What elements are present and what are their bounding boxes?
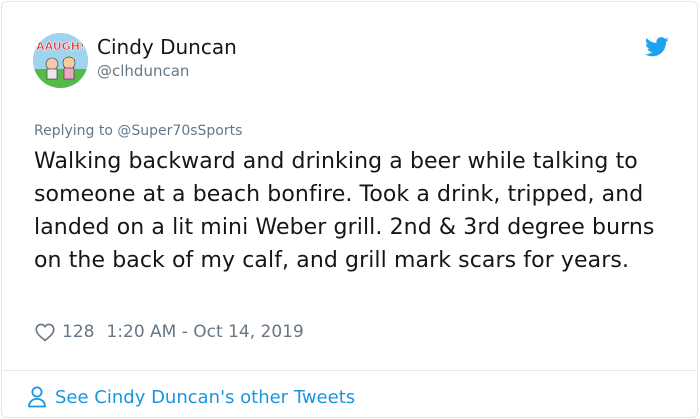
avatar[interactable]: AAUGH!	[33, 33, 88, 88]
person-icon	[28, 386, 46, 408]
tweet-text: Walking backward and drinking a beer whi…	[34, 149, 655, 273]
twitter-bird-icon[interactable]	[645, 37, 669, 57]
tweet-timestamp[interactable]: 1:20 AM - Oct 14, 2019	[106, 322, 303, 342]
avatar-image: AAUGH!	[33, 33, 88, 88]
author-name[interactable]: Cindy Duncan	[97, 35, 237, 59]
see-other-tweets-label[interactable]: See Cindy Duncan's other Tweets	[55, 387, 355, 408]
reply-context: Replying to @Super70sSports	[34, 123, 242, 139]
author-handle[interactable]: @clhduncan	[97, 62, 189, 80]
like-count[interactable]: 128	[62, 322, 94, 342]
see-other-tweets-link[interactable]: See Cindy Duncan's other Tweets	[27, 383, 355, 411]
tweet-header: AAUGH! Cindy Duncan @clhduncan	[33, 33, 673, 89]
avatar-lettering: AAUGH!	[36, 40, 85, 53]
reply-to-handle[interactable]: @Super70sSports	[117, 123, 242, 139]
footer-divider	[3, 370, 696, 371]
tweet-card: AAUGH! Cindy Duncan @clhduncan Replying …	[1, 1, 698, 418]
tweet-meta: 128 1:20 AM - Oct 14, 2019	[34, 319, 304, 345]
heart-icon[interactable]	[34, 321, 56, 343]
reply-prefix: Replying to	[34, 123, 113, 139]
